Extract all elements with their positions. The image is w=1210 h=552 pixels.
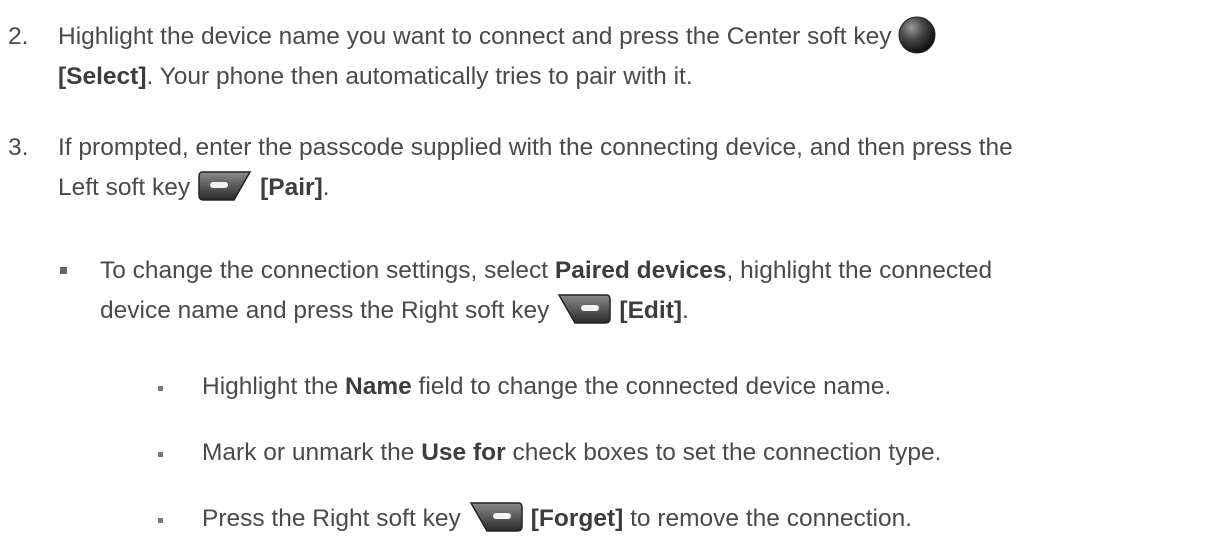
bullet-text: . [682,297,689,324]
center-soft-key-icon [897,15,937,55]
step-text: . [322,174,330,201]
use-for-label: Use for [421,439,506,466]
right-soft-key-icon [467,499,525,535]
sub-item: Mark or unmark the Use for check boxes t… [158,433,1162,473]
forget-key-label: [Forget] [530,505,624,532]
bullet-line: device name and press the Right soft key… [100,291,1160,331]
step-number: 2. [8,23,29,50]
step-line: If prompted, enter the passcode supplied… [58,128,1178,168]
step-number: 3. [8,134,29,161]
edit-key-label: [Edit] [619,297,683,324]
sub-item-text: check boxes to set the connection type. [505,439,942,466]
step-line: Left soft key [Pair]. [58,168,1178,208]
sub-item: Press the Right soft key [Forget] to rem… [158,499,1162,539]
bullet-text: To change the connection settings, selec… [100,257,555,284]
sub-item-text: Mark or unmark the [202,439,422,466]
step-3: 3. If prompted, enter the passcode suppl… [8,128,1178,208]
pair-key-label: [Pair] [260,174,323,201]
step-text: Left soft key [58,174,191,201]
step-text: Highlight the device name you want to co… [58,23,892,50]
step-line: Highlight the device name you want to co… [58,15,1178,57]
step-line: [Select]. Your phone then automatically … [58,57,1178,97]
sub-item-text: to remove the connection. [623,505,913,532]
square-bullet [158,386,163,391]
step-2: 2. Highlight the device name you want to… [8,15,1178,97]
step-text: . Your phone then automatically tries to… [146,63,693,90]
document-page: 2. Highlight the device name you want to… [0,0,1210,552]
bullet-text: , highlight the connected [726,257,993,284]
sub-item-text: Press the Right soft key [202,505,461,532]
sub-item: Highlight the Name field to change the c… [158,367,1162,407]
left-soft-key-icon [196,168,254,204]
bullet-line: To change the connection settings, selec… [100,251,1160,291]
paired-devices-label: Paired devices [554,257,727,284]
sub-item-text: Highlight the [202,373,346,400]
square-bullet [158,518,163,523]
square-bullet [158,452,163,457]
select-key-label: [Select] [58,63,147,90]
step-text: If prompted, enter the passcode supplied… [58,134,1013,161]
name-field-label: Name [345,373,412,400]
right-soft-key-icon [555,291,613,327]
bullet-text: device name and press the Right soft key [100,297,550,324]
bullet-item: To change the connection settings, selec… [60,251,1160,331]
square-bullet [60,267,67,274]
sub-item-text: field to change the connected device nam… [411,373,892,400]
